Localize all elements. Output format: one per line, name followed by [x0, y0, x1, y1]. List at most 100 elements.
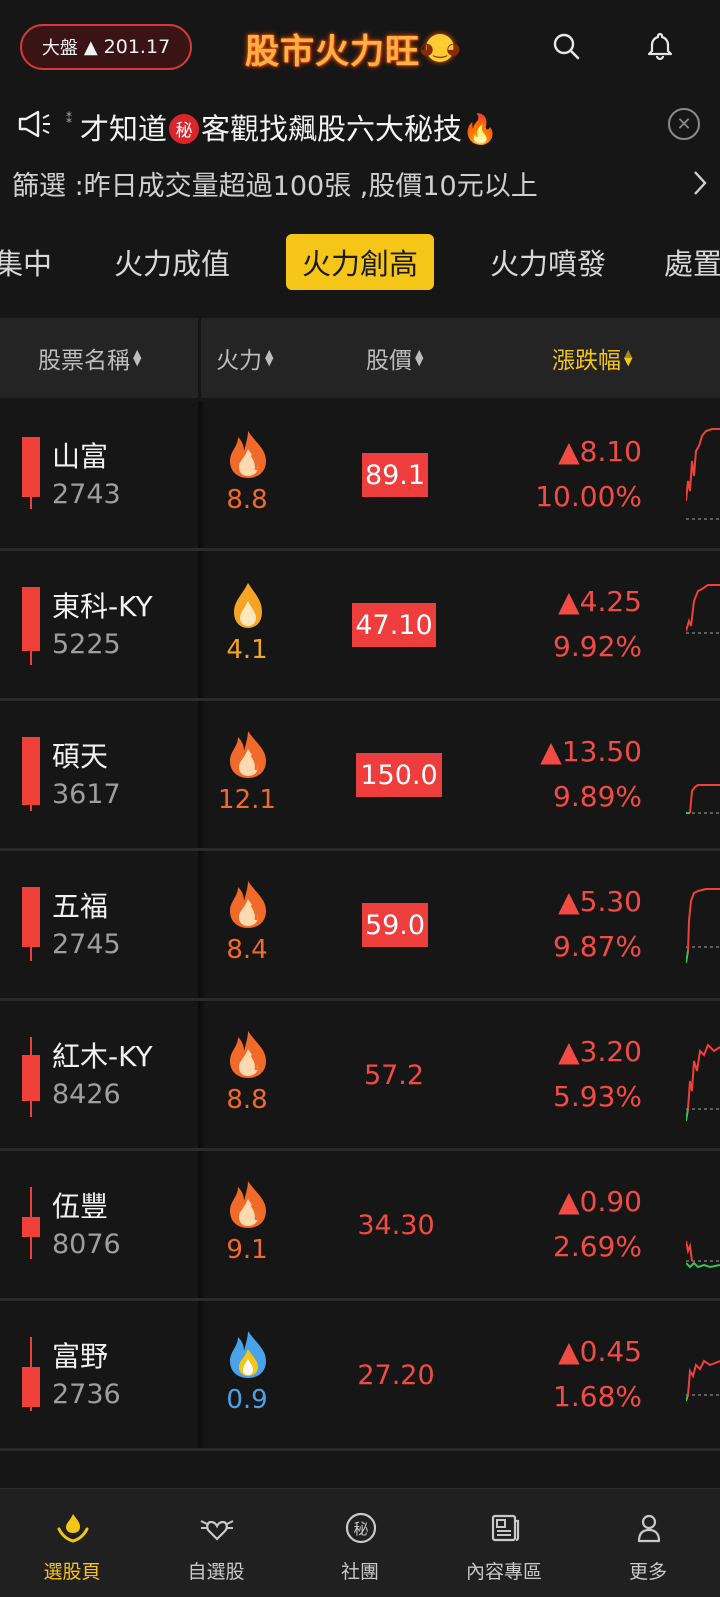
stock-code: 3617	[52, 779, 121, 810]
intraday-sparkline	[686, 1043, 720, 1122]
fire-low-icon	[230, 1331, 266, 1378]
fire-high-icon	[230, 1181, 266, 1228]
promo-banner[interactable]: ⁑ 才知道秘客觀找飆股六大秘技🔥 ✕	[0, 98, 720, 154]
column-header-change[interactable]: 漲跌幅 ▲ ▼	[552, 318, 632, 398]
price-limit-up: 47.10	[352, 603, 436, 647]
column-header-price[interactable]: 股價 ▲ ▼	[366, 318, 423, 398]
nav-watchlist[interactable]: 自選股	[144, 1489, 288, 1597]
price: 34.30	[357, 1209, 435, 1241]
change-percent: 9.87%	[553, 930, 642, 963]
tab-fire-value[interactable]: 火力成值	[98, 234, 246, 290]
column-name-label: 股票名稱	[38, 348, 130, 374]
fire-value: 8.8	[226, 1085, 268, 1115]
stock-name: 紅木-KY	[52, 1040, 153, 1073]
nav-label: 選股頁	[43, 1561, 101, 1583]
chevron-right-icon	[694, 171, 707, 195]
stock-row[interactable]: 富野 2736 0.9 27.20 ▲0.45 1.68%	[0, 1301, 720, 1451]
filter-text: 篩選 :昨日成交量超過100張 ,股價10元以上	[12, 171, 538, 202]
stock-row[interactable]: 伍豐 8076 9.1 34.30 ▲0.90 2.69%	[0, 1151, 720, 1301]
candle-icon	[22, 587, 40, 665]
fire-value: 4.1	[226, 635, 268, 665]
change-percent: 5.93%	[553, 1080, 642, 1113]
candle-icon	[22, 737, 40, 811]
fire-high-icon	[230, 731, 266, 778]
change-amount: ▲0.45	[558, 1335, 642, 1368]
fire-value: 12.1	[218, 785, 276, 815]
newspaper-icon	[491, 1514, 520, 1542]
fire-value: 8.8	[226, 485, 268, 515]
tab-fire-burst[interactable]: 火力噴發	[474, 234, 622, 290]
candle-icon	[22, 1037, 40, 1117]
change-value: 4.25	[579, 585, 642, 618]
change-percent: 9.89%	[553, 780, 642, 813]
stock-row[interactable]: 五福 2745 8.4 59.0 ▲5.30 9.87%	[0, 851, 720, 1001]
category-tabs: 集中 火力成值 火力創高 火力噴發 處置	[0, 226, 720, 298]
sort-desc-icon: ▲ ▼	[624, 347, 633, 368]
change-value: 0.90	[579, 1185, 642, 1218]
tab-concentration[interactable]: 集中	[0, 234, 58, 290]
close-icon: ✕	[676, 113, 692, 135]
stock-code: 2736	[52, 1379, 121, 1410]
fire-value: 8.4	[226, 935, 268, 965]
stock-code: 2743	[52, 479, 121, 510]
secret-badge-icon: 秘	[169, 113, 200, 144]
stock-row[interactable]: 東科-KY 5225 4.1 47.10 ▲4.25 9.92%	[0, 551, 720, 701]
change-amount: ▲0.90	[558, 1185, 642, 1218]
intraday-sparkline	[686, 784, 720, 814]
stock-row[interactable]: 紅木-KY 8426 8.8 57.2 ▲3.20 5.93%	[0, 1001, 720, 1151]
candle-icon	[22, 887, 40, 961]
column-change-label: 漲跌幅	[552, 348, 621, 374]
column-header-fire[interactable]: 火力 ▲ ▼	[216, 318, 273, 398]
grin-emoji-icon: ◕‿◕	[420, 34, 460, 62]
up-triangle-icon: ▲	[558, 1035, 580, 1068]
name-cell: 東科-KY 5225	[0, 551, 198, 698]
close-promo-button[interactable]: ✕	[668, 108, 700, 140]
price: 57.2	[363, 1059, 425, 1091]
fire-value: 0.9	[226, 1385, 268, 1415]
name-cell: 紅木-KY 8426	[0, 1001, 198, 1148]
change-percent: 9.92%	[553, 630, 642, 663]
intraday-sparkline	[686, 1359, 720, 1402]
nav-content[interactable]: 內容專區	[432, 1489, 576, 1597]
tab-disposition[interactable]: 處置	[664, 234, 720, 290]
nav-stock-picker[interactable]: 選股頁	[0, 1489, 144, 1597]
nav-community[interactable]: 秘 社團	[288, 1489, 432, 1597]
search-icon	[553, 33, 580, 60]
column-fire-label: 火力	[216, 348, 262, 374]
nav-more[interactable]: 更多	[576, 1489, 720, 1597]
stock-name: 東科-KY	[52, 590, 153, 623]
app-title: 股市火力旺	[245, 31, 420, 72]
bell-icon	[647, 32, 673, 61]
stock-row[interactable]: 山富 2743 8.8 89.1 ▲8.10 10.00%	[0, 401, 720, 551]
intraday-sparkline	[686, 888, 720, 964]
stock-row[interactable]: 碩天 3617 12.1 150.0 ▲13.50 9.89%	[0, 701, 720, 851]
tab-fire-new-high[interactable]: 火力創高	[286, 234, 434, 290]
market-index-pill[interactable]: 大盤 ▲ 201.17	[20, 24, 192, 70]
svg-text:秘: 秘	[353, 1520, 368, 1538]
change-value: 5.30	[579, 885, 642, 918]
change-value: 13.50	[561, 735, 642, 768]
fire-high-icon	[230, 881, 266, 928]
stock-name: 伍豐	[52, 1190, 109, 1223]
filter-description[interactable]: 篩選 :昨日成交量超過100張 ,股價10元以上	[0, 158, 720, 208]
nav-label: 內容專區	[465, 1561, 542, 1583]
stock-list: 山富 2743 8.8 89.1 ▲8.10 10.00% 東科-KY 5225…	[0, 401, 720, 1451]
name-cell: 伍豐 8076	[0, 1151, 198, 1298]
change-amount: ▲5.30	[558, 885, 642, 918]
stock-name: 碩天	[52, 740, 109, 773]
name-cell: 富野 2736	[0, 1301, 198, 1448]
change-percent: 1.68%	[553, 1380, 642, 1413]
secret-badge-icon: 秘	[345, 1512, 377, 1544]
change-percent: 10.00%	[535, 480, 642, 513]
stock-code: 2745	[52, 929, 121, 960]
notification-button[interactable]	[640, 26, 680, 66]
search-button[interactable]	[546, 26, 586, 66]
nav-label: 社團	[340, 1561, 379, 1583]
bottom-navigation: 選股頁 自選股 秘 社團 內容專區 更多	[0, 1488, 720, 1597]
price: 27.20	[357, 1359, 435, 1391]
table-header: 股票名稱 ▲ ▼ 火力 ▲ ▼ 股價 ▲ ▼ 漲跌幅 ▲ ▼	[0, 318, 720, 398]
column-header-name[interactable]: 股票名稱 ▲ ▼	[38, 318, 141, 398]
change-value: 0.45	[579, 1335, 642, 1368]
candle-icon	[22, 1337, 40, 1411]
up-triangle-icon: ▲	[558, 1335, 580, 1368]
